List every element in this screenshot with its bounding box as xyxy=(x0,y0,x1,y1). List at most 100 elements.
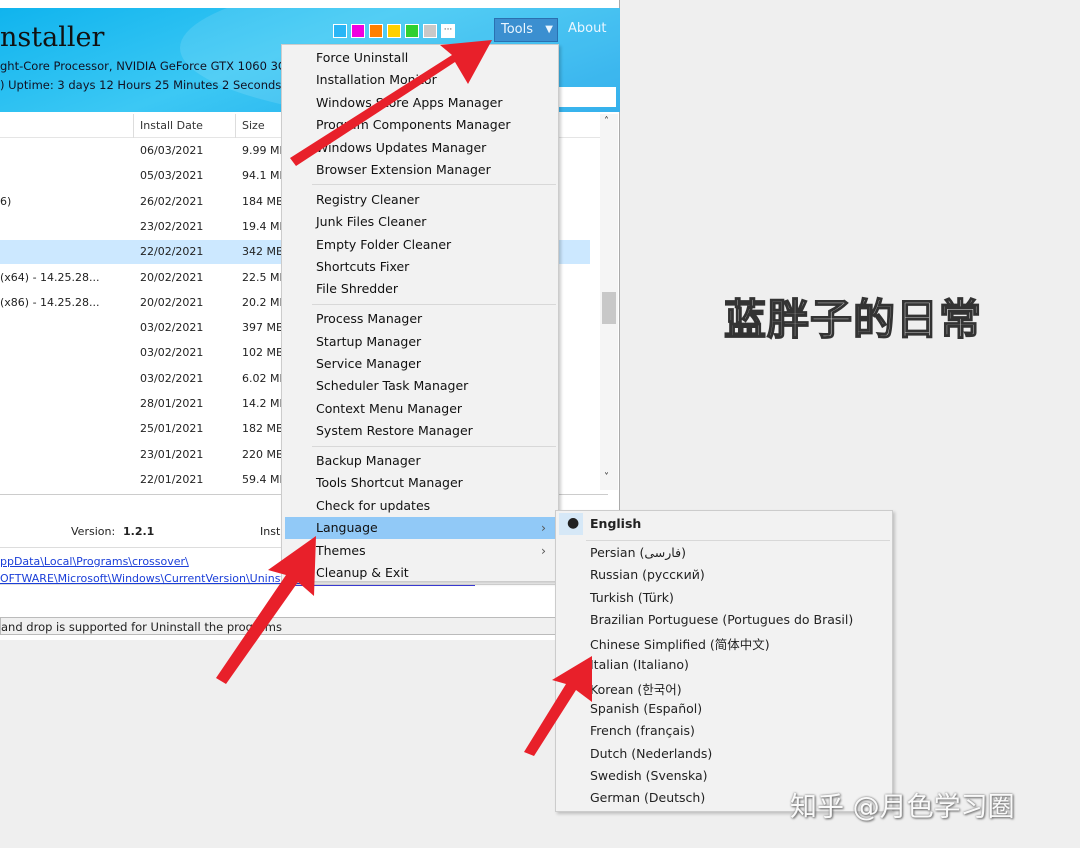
theme-swatches: ··· xyxy=(333,24,455,38)
menu-item-scheduler-task-manager[interactable]: Scheduler Task Manager xyxy=(285,375,556,397)
menu-item-shortcuts-fixer[interactable]: Shortcuts Fixer xyxy=(285,256,556,278)
install-date: 03/02/2021 xyxy=(140,371,204,385)
menu-item-registry-cleaner[interactable]: Registry Cleaner xyxy=(285,189,556,211)
menu-item-language[interactable]: Language › xyxy=(285,517,556,540)
zhihu-watermark: 知乎 @月色学习圈 xyxy=(790,792,1015,823)
menu-item-label: Scheduler Task Manager xyxy=(316,378,469,394)
language-option[interactable]: Dutch (Nederlands) xyxy=(559,743,890,765)
menu-item-program-components-manager[interactable]: Program Components Manager xyxy=(285,114,556,136)
menu-item-process-manager[interactable]: Process Manager xyxy=(285,308,556,330)
language-label: Italian (Italiano) xyxy=(590,656,689,672)
menu-item-service-manager[interactable]: Service Manager xyxy=(285,353,556,375)
menu-item-label: Browser Extension Manager xyxy=(316,162,491,177)
install-date: 03/02/2021 xyxy=(140,346,204,360)
menu-item-cleanup-exit[interactable]: Cleanup & Exit xyxy=(285,562,556,584)
language-label: Korean (한국어) xyxy=(590,681,682,697)
menu-item-file-shredder[interactable]: File Shredder xyxy=(285,278,556,300)
about-button[interactable]: About xyxy=(568,21,606,36)
install-date: 03/02/2021 xyxy=(140,321,204,335)
menu-item-tools-shortcut-manager[interactable]: Tools Shortcut Manager xyxy=(285,472,556,494)
column-size[interactable]: Size xyxy=(242,119,265,132)
theme-color-swatch[interactable] xyxy=(423,24,437,38)
install-location-label: Inst xyxy=(260,525,281,538)
program-size: 182 MB xyxy=(242,422,284,436)
program-size: 397 MB xyxy=(242,321,284,335)
menu-item-label: System Restore Manager xyxy=(316,423,473,439)
theme-color-swatch[interactable] xyxy=(387,24,401,38)
menu-item-label: Check for updates xyxy=(316,497,431,513)
install-date: 25/01/2021 xyxy=(140,422,204,436)
menu-item-label: Windows Updates Manager xyxy=(316,139,487,155)
menu-item-force-uninstall[interactable]: Force Uninstall xyxy=(285,47,556,69)
menu-item-check-for-updates[interactable]: Check for updates xyxy=(285,495,556,517)
scroll-down-icon[interactable]: ˅ xyxy=(604,472,609,483)
menu-item-windows-store-apps-manager[interactable]: Windows Store Apps Manager xyxy=(285,92,556,114)
menu-item-label: Junk Files Cleaner xyxy=(316,214,427,230)
column-install-date[interactable]: Install Date xyxy=(140,119,203,132)
scrollbar-thumb[interactable] xyxy=(602,292,616,324)
menu-item-backup-manager[interactable]: Backup Manager xyxy=(285,450,556,472)
tools-dropdown-menu: Force Uninstall Installation Monitor Windo… xyxy=(281,44,559,582)
more-colors-button[interactable]: ··· xyxy=(441,24,455,38)
install-date: 23/02/2021 xyxy=(140,219,204,233)
selected-bullet-icon: ● xyxy=(567,515,580,531)
scroll-up-icon[interactable]: ˄ xyxy=(604,116,609,127)
language-option[interactable]: Italian (Italiano) xyxy=(559,654,890,676)
program-size: 184 MB xyxy=(242,194,284,208)
language-option-english[interactable]: ● English xyxy=(559,513,890,535)
theme-color-swatch[interactable] xyxy=(369,24,383,38)
app-title: nstaller xyxy=(0,22,105,53)
language-label: Russian (русский) xyxy=(590,567,705,583)
program-name: (x64) - 14.25.28... xyxy=(0,270,100,284)
menu-item-label: Context Menu Manager xyxy=(316,400,463,416)
language-option[interactable]: Chinese Simplified (简体中文) xyxy=(559,631,890,653)
theme-color-swatch[interactable] xyxy=(405,24,419,38)
program-size: 342 MB xyxy=(242,245,284,259)
menu-item-label: Program Components Manager xyxy=(316,117,511,133)
theme-color-swatch[interactable] xyxy=(333,24,347,38)
install-date: 20/02/2021 xyxy=(140,270,204,284)
language-option[interactable]: Turkish (Türk) xyxy=(559,587,890,609)
theme-color-swatch[interactable] xyxy=(351,24,365,38)
menu-item-label: Service Manager xyxy=(316,356,421,371)
install-date: 23/01/2021 xyxy=(140,447,204,461)
language-option[interactable]: Swedish (Svenska) xyxy=(559,765,890,787)
language-option[interactable]: Russian (русский) xyxy=(559,564,890,586)
vertical-scrollbar[interactable]: ˄ ˅ xyxy=(600,114,618,490)
language-label: German (Deutsch) xyxy=(590,790,706,806)
menu-item-system-restore-manager[interactable]: System Restore Manager xyxy=(285,420,556,442)
language-option[interactable]: Spanish (Español) xyxy=(559,698,890,720)
menu-item-junk-files-cleaner[interactable]: Junk Files Cleaner xyxy=(285,211,556,233)
language-option[interactable]: Persian (فارسی) xyxy=(559,542,890,564)
search-input[interactable] xyxy=(556,87,616,107)
language-label: Chinese Simplified (简体中文) xyxy=(590,637,770,653)
menu-item-themes[interactable]: Themes › xyxy=(285,540,556,562)
menu-item-windows-updates-manager[interactable]: Windows Updates Manager xyxy=(285,137,556,159)
install-date: 26/02/2021 xyxy=(140,194,204,208)
language-option[interactable]: French (français) xyxy=(559,720,890,742)
menu-item-empty-folder-cleaner[interactable]: Empty Folder Cleaner xyxy=(285,234,556,256)
menu-item-startup-manager[interactable]: Startup Manager xyxy=(285,331,556,353)
install-date: 28/01/2021 xyxy=(140,397,204,410)
menu-item-label: Process Manager xyxy=(316,311,423,327)
menu-item-context-menu-manager[interactable]: Context Menu Manager xyxy=(285,398,556,420)
menu-item-label: Language xyxy=(316,520,378,536)
menu-item-label: Backup Manager xyxy=(316,453,421,468)
install-date: 05/03/2021 xyxy=(140,169,204,183)
language-label: Turkish (Türk) xyxy=(590,589,674,605)
menu-item-browser-extension-manager[interactable]: Browser Extension Manager xyxy=(285,159,556,181)
menu-item-installation-monitor[interactable]: Installation Monitor xyxy=(285,69,556,91)
submenu-arrow-icon: › xyxy=(541,542,546,558)
registry-path-link[interactable]: OFTWARE\Microsoft\Windows\CurrentVersion… xyxy=(0,572,308,585)
tools-menu-button[interactable]: Tools ▼ xyxy=(494,18,558,42)
language-label: Swedish (Svenska) xyxy=(590,768,708,783)
language-option[interactable]: Korean (한국어) xyxy=(559,676,890,698)
menu-item-label: Cleanup & Exit xyxy=(316,565,409,580)
menu-item-label: Themes xyxy=(316,542,366,558)
tools-label: Tools xyxy=(501,22,534,37)
language-option[interactable]: Brazilian Portuguese (Portugues do Brasi… xyxy=(559,609,890,631)
menu-item-label: Startup Manager xyxy=(316,333,422,349)
system-info: ght-Core Processor, NVIDIA GeForce GTX 1… xyxy=(0,59,287,73)
install-path-link[interactable]: ppData\Local\Programs\crossover\ xyxy=(0,555,189,568)
program-size: 102 MB xyxy=(242,346,284,360)
